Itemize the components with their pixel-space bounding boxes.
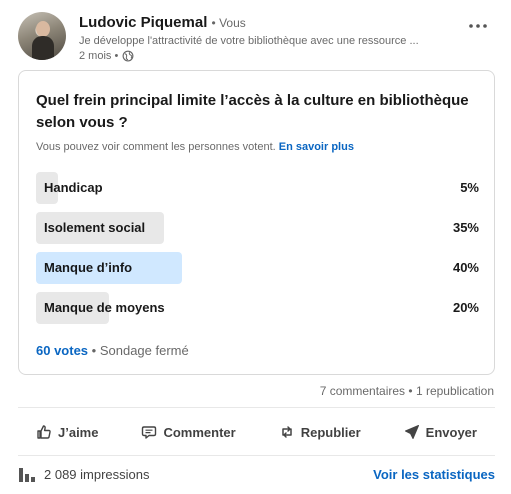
poll-option-handicap[interactable]: Handicap 5% (36, 172, 479, 204)
like-label: J’aime (58, 424, 99, 440)
avatar[interactable] (18, 12, 66, 60)
actions-divider (18, 407, 495, 408)
more-options-button[interactable] (462, 14, 494, 38)
poll-option-label: Manque de moyens (44, 300, 165, 315)
poll-option-label: Manque d’info (44, 260, 133, 275)
poll-option-percent: 20% (452, 300, 479, 315)
social-actions-bar: J’aime Commenter Republier Envoyer (18, 412, 495, 452)
author-line: Ludovic Piquemal • Vous (79, 14, 246, 31)
post-time: 2 mois • (79, 50, 119, 62)
post-header: Ludovic Piquemal • Vous Je développe l'a… (18, 12, 498, 64)
poll-option-percent: 5% (460, 180, 479, 195)
poll-option-manque-info[interactable]: Manque d’info 40% (36, 252, 479, 284)
comment-button[interactable]: Commenter (123, 412, 253, 452)
poll-visibility-text: Vous pouvez voir comment les personnes v… (36, 141, 276, 153)
bar-chart-icon (19, 468, 35, 482)
like-button[interactable]: J’aime (18, 412, 116, 452)
send-label: Envoyer (425, 424, 477, 440)
poll-card: Quel frein principal limite l’accès à la… (18, 70, 495, 375)
avatar-torso (32, 36, 54, 60)
send-icon (404, 425, 419, 439)
poll-option-percent: 40% (452, 260, 479, 275)
stats-divider (18, 455, 495, 456)
comment-icon (142, 426, 157, 439)
learn-more-link[interactable]: En savoir plus (279, 141, 354, 153)
avatar-head (36, 21, 50, 37)
reposts-count-link[interactable]: 1 republication (416, 384, 494, 398)
author-headline: Je développe l'attractivité de votre bib… (79, 35, 419, 47)
impressions: 2 089 impressions (18, 466, 150, 482)
poll-option-percent: 35% (452, 220, 479, 235)
poll-option-label: Isolement social (44, 220, 146, 235)
poll-option-isolement-social[interactable]: Isolement social 35% (36, 212, 479, 244)
send-button[interactable]: Envoyer (386, 412, 495, 452)
repost-icon (281, 426, 292, 438)
poll-option-manque-moyens[interactable]: Manque de moyens 20% (36, 292, 479, 324)
poll-question: Quel frein principal limite l’accès à la… (36, 92, 469, 131)
repost-label: Republier (300, 424, 361, 440)
votes-count-link[interactable]: 60 votes (36, 343, 88, 358)
repost-button[interactable]: Republier (261, 412, 379, 452)
thumbs-up-icon (37, 425, 51, 439)
comments-count-link[interactable]: 7 commentaires (320, 384, 405, 398)
stats-row: 2 089 impressions Voir les statistiques (18, 462, 495, 486)
post-meta: 2 mois • (79, 50, 134, 62)
social-counts: 7 commentaires • 1 republication (320, 384, 494, 398)
social-separator: • (405, 384, 416, 398)
ellipsis-icon (469, 24, 487, 28)
author-relation: • Vous (211, 16, 246, 30)
author-name[interactable]: Ludovic Piquemal (79, 14, 207, 31)
poll-visibility-note: Vous pouvez voir comment les personnes v… (36, 141, 354, 153)
globe-icon (122, 50, 134, 62)
poll-status: • Sondage fermé (91, 343, 189, 358)
comment-label: Commenter (163, 424, 236, 440)
poll-option-label: Handicap (44, 180, 103, 195)
poll-footer: 60 votes • Sondage fermé (36, 343, 189, 358)
view-stats-link[interactable]: Voir les statistiques (373, 467, 495, 482)
impressions-count: 2 089 impressions (44, 466, 150, 482)
